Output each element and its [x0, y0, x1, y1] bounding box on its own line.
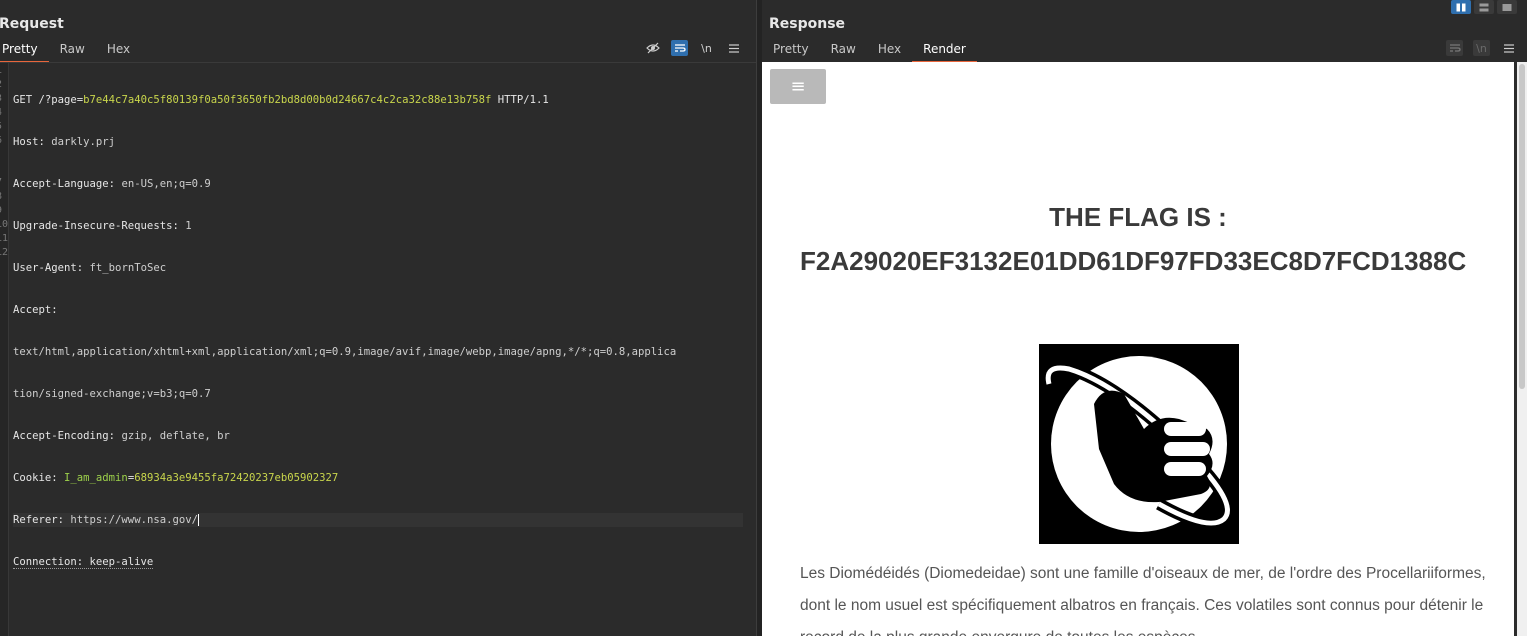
flag-value: F2A29020EF3132E01DD61DF97FD33EC8D7FCD138… — [800, 246, 1467, 276]
description-paragraph: Les Diomédéidés (Diomedeidae) sont une f… — [800, 565, 1486, 636]
flag-heading: THE FLAG IS : — [1049, 202, 1227, 232]
cookie-value: 68934a3e9455fa72420237eb05902327 — [134, 472, 339, 484]
word-wrap-icon[interactable] — [671, 40, 688, 56]
line-number: 4 — [0, 107, 2, 118]
line-number: 1 — [0, 65, 2, 76]
hamburger-menu-button[interactable]: ≡ — [770, 69, 826, 104]
header-key: Cookie: — [13, 472, 58, 484]
header-line: Accept-Language: en-US,en;q=0.9 — [13, 177, 743, 191]
header-value: https://www.nsa.gov/ — [64, 514, 198, 526]
header-key: Accept-Encoding: — [13, 430, 116, 442]
line-number: 11 — [0, 233, 9, 244]
request-line: GET /?page=b7e44c7a40c5f80139f0a50f3650f… — [13, 93, 743, 107]
response-tab-pretty[interactable]: Pretty — [762, 39, 820, 61]
word-wrap-icon[interactable] — [1446, 40, 1463, 56]
hide-nonprintable-icon[interactable] — [644, 40, 661, 56]
header-value: gzip, deflate, br — [115, 430, 230, 442]
header-value-wrapped: text/html,application/xhtml+xml,applicat… — [13, 345, 743, 359]
header-key: Referer: — [13, 514, 65, 526]
line-number: 5 — [0, 121, 2, 132]
header-value: en-US,en;q=0.9 — [115, 178, 211, 190]
header-line: Host: darkly.prj — [13, 135, 743, 149]
show-newlines-button[interactable]: \n — [1473, 40, 1490, 56]
response-pane: Response Pretty Raw Hex Render \n ≡ THE … — [762, 0, 1527, 636]
show-newlines-button[interactable]: \n — [698, 40, 715, 56]
response-title: Response — [769, 16, 846, 32]
request-title: Request — [0, 16, 64, 32]
render-scrollbar[interactable] — [1517, 62, 1527, 636]
line-number: 8 — [0, 191, 2, 202]
http-version: HTTP/1.1 — [491, 94, 549, 106]
line-number: 12 — [0, 247, 9, 258]
response-tabs: Pretty Raw Hex Render — [762, 39, 977, 63]
header-key: Upgrade-Insecure-Requests: — [13, 220, 179, 232]
header-line: User-Agent: ft_bornToSec — [13, 261, 743, 275]
header-value: darkly.prj — [44, 136, 116, 148]
request-menu-icon[interactable] — [725, 40, 742, 56]
request-method-path: GET /?page= — [13, 94, 84, 106]
request-tab-hex[interactable]: Hex — [96, 39, 141, 61]
layout-side-by-side-icon[interactable] — [1451, 0, 1471, 14]
header-line: Upgrade-Insecure-Requests: 1 — [13, 219, 743, 233]
line-number: 7 — [0, 177, 2, 188]
header-key: Accept: — [13, 304, 58, 316]
request-tab-raw[interactable]: Raw — [49, 39, 96, 61]
request-pane: Request Pretty Raw Hex \n 1 2 3 4 5 6 7 … — [0, 0, 756, 636]
request-editor[interactable]: 1 2 3 4 5 6 7 8 9 10 11 12 GET /?page=b7… — [0, 62, 756, 636]
page-hash-value: b7e44c7a40c5f80139f0a50f3650fb2bd8d00b0d… — [83, 94, 492, 106]
response-tab-raw[interactable]: Raw — [820, 39, 867, 61]
header-value: tion/signed-exchange;v=b3;q=0.7 — [13, 388, 211, 400]
request-tab-pretty[interactable]: Pretty — [0, 39, 49, 63]
line-number: 3 — [0, 93, 2, 104]
layout-switch — [1451, 0, 1517, 14]
header-key: Accept-Language: — [13, 178, 116, 190]
scrollbar-thumb[interactable] — [1519, 64, 1525, 389]
line-number-gutter: 1 2 3 4 5 6 7 8 9 10 11 12 — [0, 63, 9, 636]
header-key: Host: — [13, 136, 45, 148]
header-value: 1 — [178, 220, 192, 232]
request-tabs: Pretty Raw Hex — [0, 39, 141, 63]
cookie-line: Cookie: I_am_admin=68934a3e9455fa7242023… — [13, 471, 743, 485]
text-caret — [197, 514, 199, 526]
header-line: Accept-Encoding: gzip, deflate, br — [13, 429, 743, 443]
line-number: 10 — [0, 219, 9, 230]
header-line-current: Referer: https://www.nsa.gov/ — [13, 513, 743, 527]
response-menu-icon[interactable] — [1500, 40, 1517, 56]
header-value-wrapped: tion/signed-exchange;v=b3;q=0.7 — [13, 387, 743, 401]
layout-tabs-icon[interactable] — [1497, 0, 1517, 14]
line-number: 2 — [0, 79, 2, 90]
request-code[interactable]: GET /?page=b7e44c7a40c5f80139f0a50f3650f… — [13, 65, 743, 597]
response-tab-hex[interactable]: Hex — [867, 39, 912, 61]
line-number: 9 — [0, 205, 2, 216]
response-toolbar: \n — [1446, 40, 1517, 56]
header-line: Accept: — [13, 303, 743, 317]
header-key: User-Agent: — [13, 262, 84, 274]
response-tab-render[interactable]: Render — [912, 39, 977, 63]
request-toolbar: \n — [644, 40, 742, 56]
header-line: Connection: keep-alive — [13, 555, 743, 569]
connection-header: Connection: keep-alive — [13, 556, 154, 569]
cookie-name: I_am_admin — [57, 472, 128, 484]
header-value: text/html,application/xhtml+xml,applicat… — [13, 346, 677, 358]
rendered-page: ≡ THE FLAG IS : F2A29020EF3132E01DD61DF9… — [762, 62, 1514, 636]
thumbs-up-planet-logo-icon — [1039, 344, 1239, 544]
header-value: ft_bornToSec — [83, 262, 167, 274]
line-number: 6 — [0, 135, 2, 146]
layout-stacked-icon[interactable] — [1474, 0, 1494, 14]
